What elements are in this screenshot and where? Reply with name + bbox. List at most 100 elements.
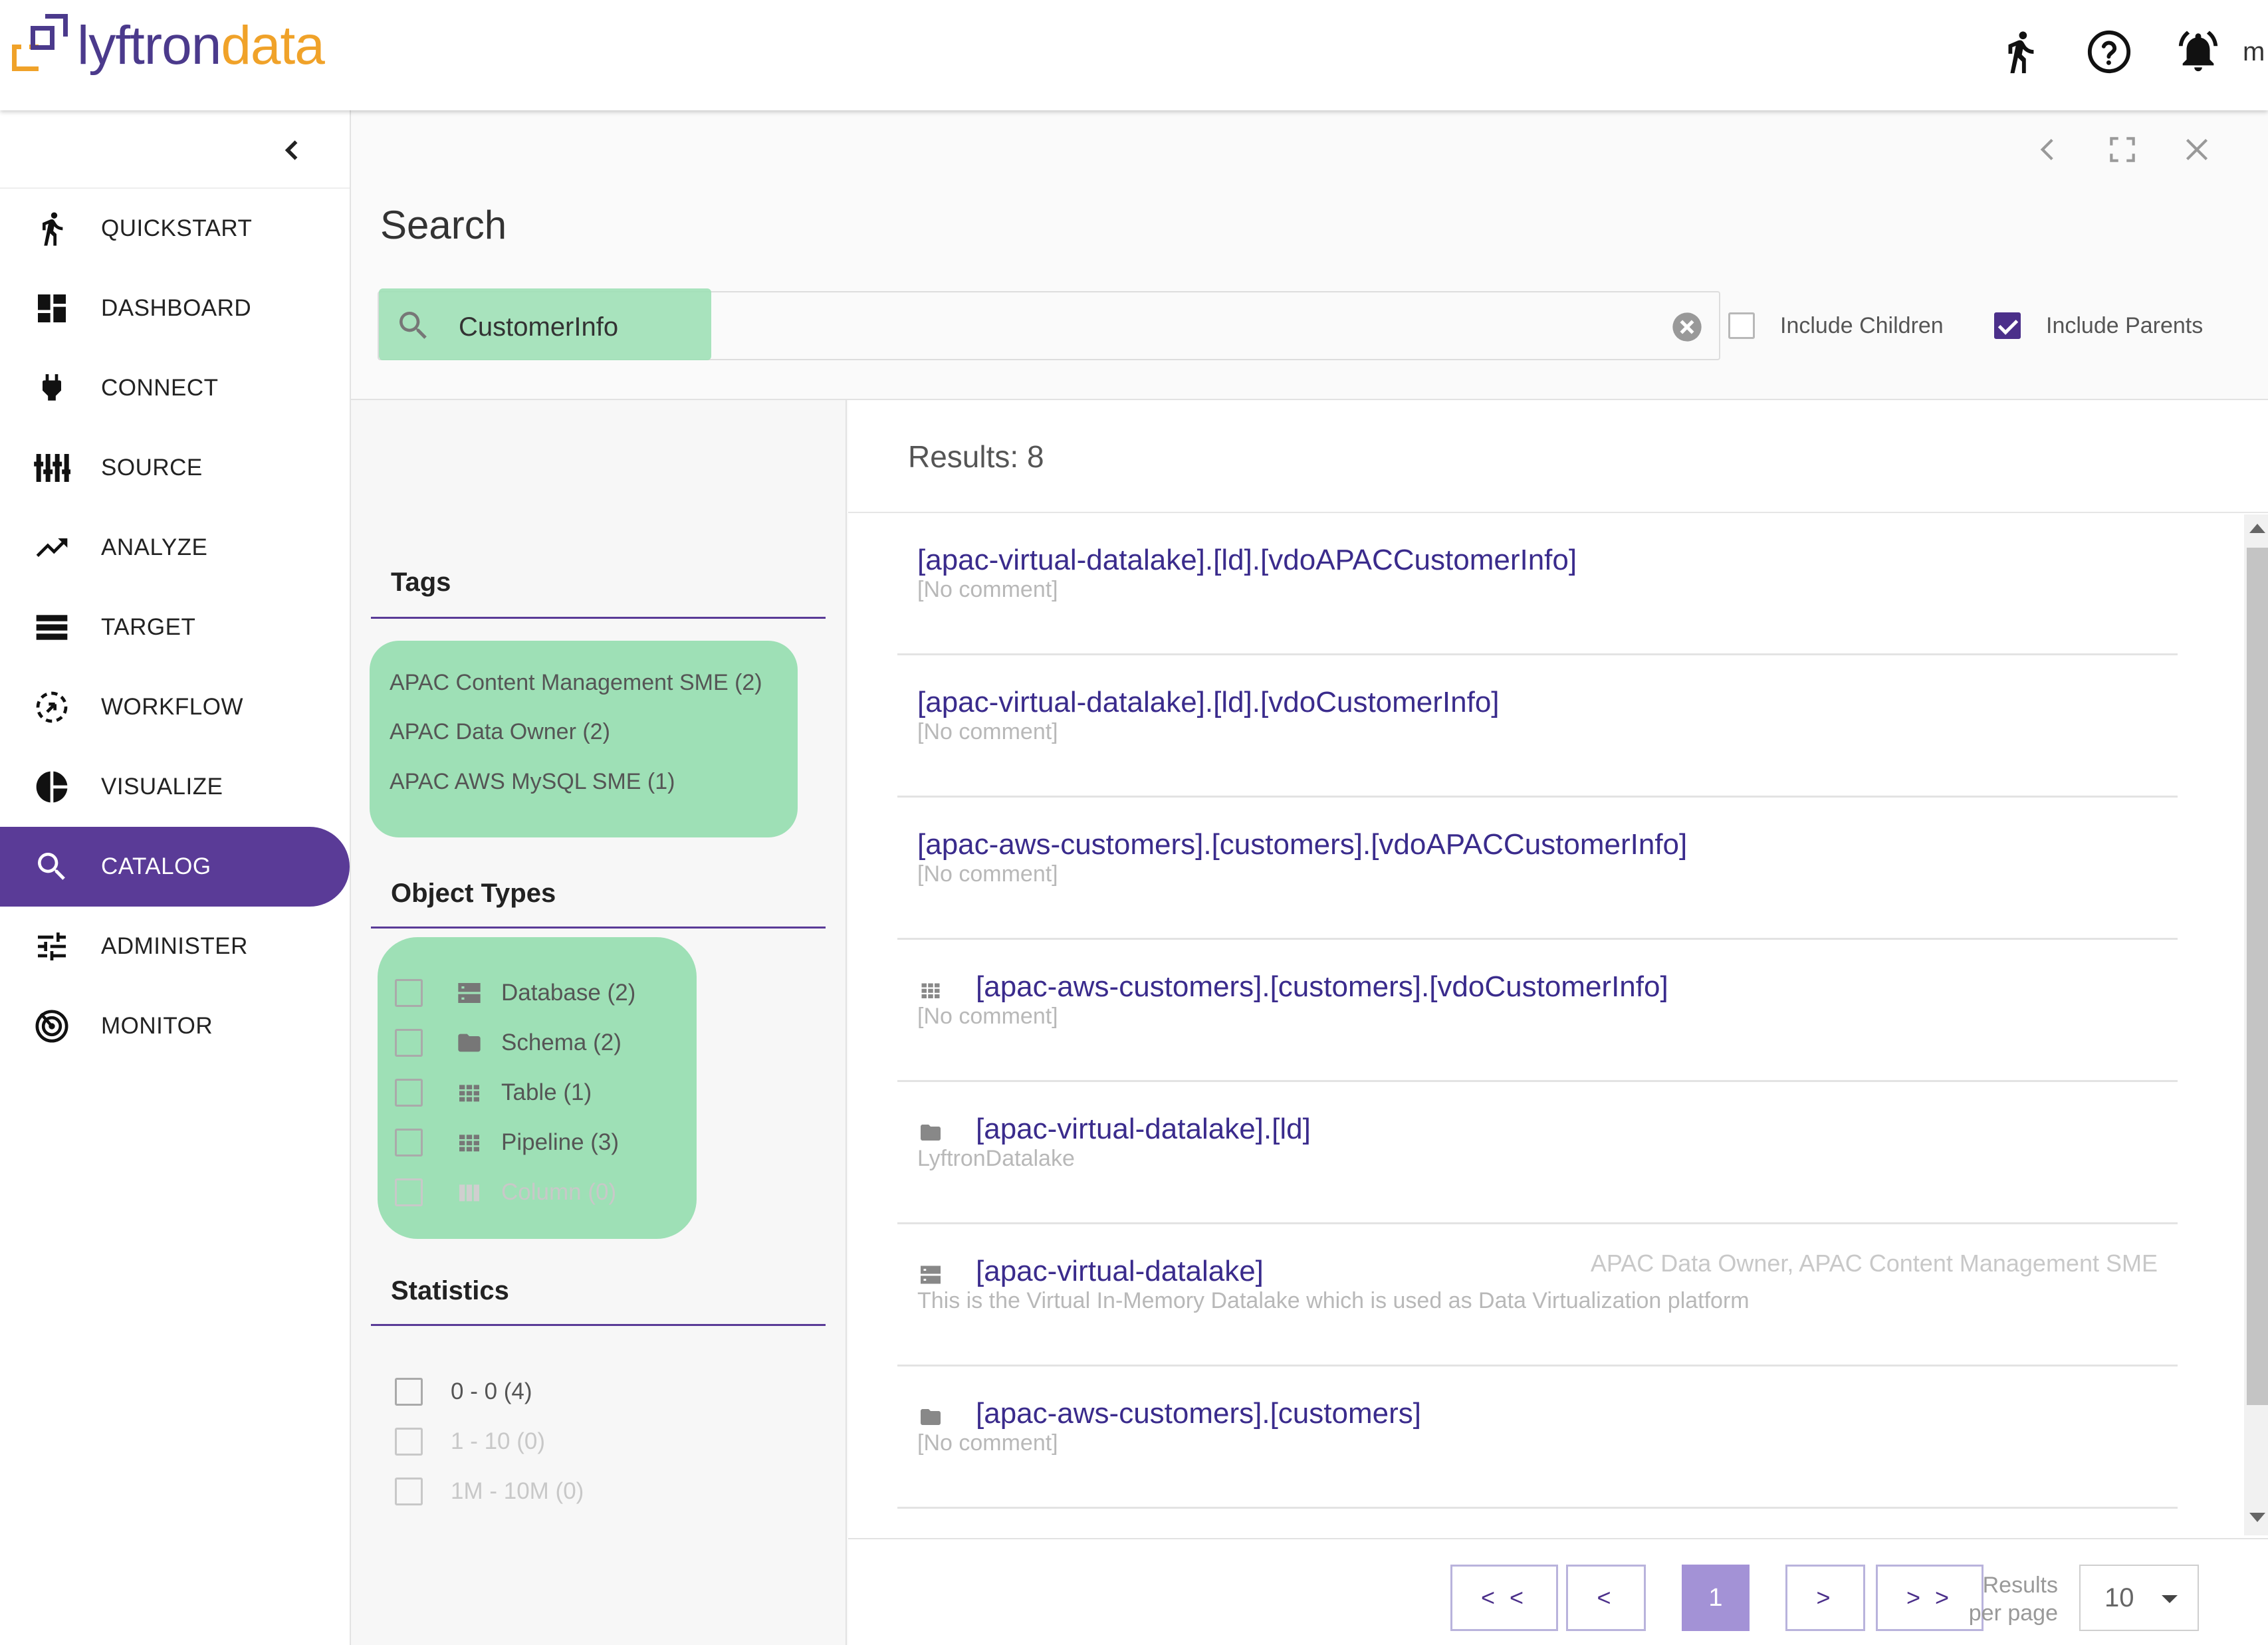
statistics-range-item[interactable]: 0 - 0 (4) [395,1374,532,1409]
result-comment: [No comment] [917,1004,1058,1029]
notifications-button[interactable] [2154,0,2243,104]
results-per-page-select[interactable]: 10 [2079,1565,2199,1631]
previous-page-button[interactable]: < [1566,1565,1646,1631]
tag-filter-item[interactable]: APAC AWS MySQL SME (1) [390,769,675,795]
object-type-label: Schema (2) [501,1030,622,1055]
search-box [378,288,1720,360]
result-title-link[interactable]: [apac-aws-customers].[customers].[vdoAPA… [917,828,1687,861]
checkbox[interactable] [395,1079,423,1107]
fullscreen-button[interactable] [2106,133,2139,166]
object-type-database[interactable]: Database (2) [395,976,635,1010]
help-icon [2087,30,2131,74]
result-title-link[interactable]: [apac-aws-customers].[customers].[vdoCus… [976,970,1668,1004]
result-item[interactable]: [apac-virtual-datalake].[ld].[vdoAPACCus… [897,513,2178,655]
include-children-checkbox[interactable]: Include Children [1728,312,1944,339]
trending-up-icon [36,538,68,557]
sidebar-item-target[interactable]: TARGET [0,588,351,667]
results-list: [apac-virtual-datalake].[ld].[vdoAPACCus… [848,513,2224,1537]
result-item[interactable]: [apac-aws-customers].[customers].[vdoAPA… [897,798,2178,940]
quickstart-run-button[interactable] [1976,0,2065,104]
back-button[interactable] [2031,133,2065,166]
statistics-range-label: 0 - 0 (4) [451,1378,532,1404]
checkbox [395,1178,423,1206]
sidebar-item-monitor[interactable]: MONITOR [0,986,351,1066]
sidebar-item-quickstart[interactable]: QUICKSTART [0,189,351,269]
statistics-range-label: 1 - 10 (0) [451,1428,545,1454]
sidebar-item-catalog[interactable]: CATALOG [0,827,350,907]
sidebar-item-dashboard[interactable]: DASHBOARD [0,269,351,348]
checkbox-checked[interactable] [1994,312,2021,339]
sidebar-item-label: CATALOG [101,853,211,879]
checkbox[interactable] [395,1378,423,1406]
result-title-link[interactable]: [apac-virtual-datalake].[ld].[vdoCustome… [917,686,1500,719]
first-page-button[interactable]: < < [1450,1565,1558,1631]
checkbox[interactable] [395,1029,423,1057]
database-icon [921,1265,941,1284]
dashboard-icon [38,294,66,322]
results-per-page-label: Results per page [1968,1573,2058,1626]
next-page-button[interactable]: > [1785,1565,1865,1631]
sidebar-item-label: SOURCE [101,455,203,481]
pager-divider [848,1538,2268,1539]
scroll-up-arrow[interactable] [2249,524,2265,533]
column-icon [459,1184,479,1202]
result-item[interactable]: [apac-virtual-datalake] APAC Data Owner,… [897,1224,2178,1367]
result-comment: [No comment] [917,861,1058,887]
result-title-link[interactable]: [apac-virtual-datalake].[ld].[vdoAPACCus… [917,544,1577,577]
search-icon [399,312,427,339]
collapse-sidebar-button[interactable] [278,136,307,165]
include-parents-checkbox[interactable]: Include Parents [1994,312,2203,339]
fullscreen-icon [2110,137,2135,162]
folder-icon [921,1409,941,1425]
object-type-table[interactable]: Table (1) [395,1075,592,1110]
sidebar-item-workflow[interactable]: WORKFLOW [0,667,351,747]
result-comment: LyftronDatalake [917,1146,1075,1171]
page-title: Search [380,203,507,247]
result-item[interactable]: [apac-virtual-datalake].[ld].[vdoCustome… [897,655,2178,798]
sidebar-item-visualize[interactable]: VISUALIZE [0,747,351,827]
tags-heading: Tags [391,568,451,597]
checkbox[interactable] [395,979,423,1007]
table-icon [921,983,940,998]
tags-underline [371,617,826,619]
clear-search-icon[interactable] [1670,310,1704,344]
sidebar-item-connect[interactable]: CONNECT [0,348,351,428]
sliders-icon [38,932,66,960]
close-button[interactable] [2180,133,2213,166]
result-title-link[interactable]: [apac-virtual-datalake] [976,1255,1264,1288]
checkbox-unchecked[interactable] [1728,312,1755,339]
result-item[interactable]: [apac-aws-customers].[customers].[vdoCus… [897,940,2178,1082]
checkbox [395,1478,423,1505]
object-type-pipeline[interactable]: Pipeline (3) [395,1125,619,1160]
scroll-down-arrow[interactable] [2249,1513,2265,1522]
sidebar-item-analyze[interactable]: ANALYZE [0,508,351,588]
help-button[interactable] [2065,0,2154,104]
results-per-page-value: 10 [2104,1583,2134,1612]
statistics-range-item: 1 - 10 (0) [395,1424,545,1459]
run-icon [43,212,63,246]
tag-filter-item[interactable]: APAC Content Management SME (2) [390,670,762,696]
object-type-schema[interactable]: Schema (2) [395,1026,622,1060]
result-title-link[interactable]: [apac-aws-customers].[customers] [976,1397,1421,1430]
close-icon [2186,138,2208,161]
result-item[interactable]: [apac-virtual-datalake].[ld] LyftronData… [897,1082,2178,1224]
search-input[interactable] [459,308,1589,346]
lyftrondata-logo[interactable]: lyftrondata [12,9,325,82]
result-comment: This is the Virtual In-Memory Datalake w… [917,1288,1750,1313]
tag-filter-item[interactable]: APAC Data Owner (2) [390,719,610,745]
results-scrollbar-thumb[interactable] [2247,548,2268,1405]
user-menu[interactable]: m [2243,37,2268,67]
folder-icon [458,1034,481,1052]
current-page-button[interactable]: 1 [1682,1565,1750,1631]
sidebar-item-source[interactable]: SOURCE [0,428,351,508]
checkbox[interactable] [395,1129,423,1156]
result-item[interactable]: [apac-aws-customers].[customers] [No com… [897,1367,2178,1509]
object-types-heading: Object Types [391,879,556,908]
result-title-link[interactable]: [apac-virtual-datalake].[ld] [976,1113,1311,1146]
table-icon [459,1135,479,1152]
workflow-icon [36,691,68,723]
sidebar-item-label: VISUALIZE [101,774,223,800]
sidebar-nav: QUICKSTART DASHBOARD CONNECT SOURCE ANAL… [0,189,351,1066]
sidebar-item-administer[interactable]: ADMINISTER [0,907,351,986]
result-tags: APAC Data Owner, APAC Content Management… [1590,1250,2158,1277]
